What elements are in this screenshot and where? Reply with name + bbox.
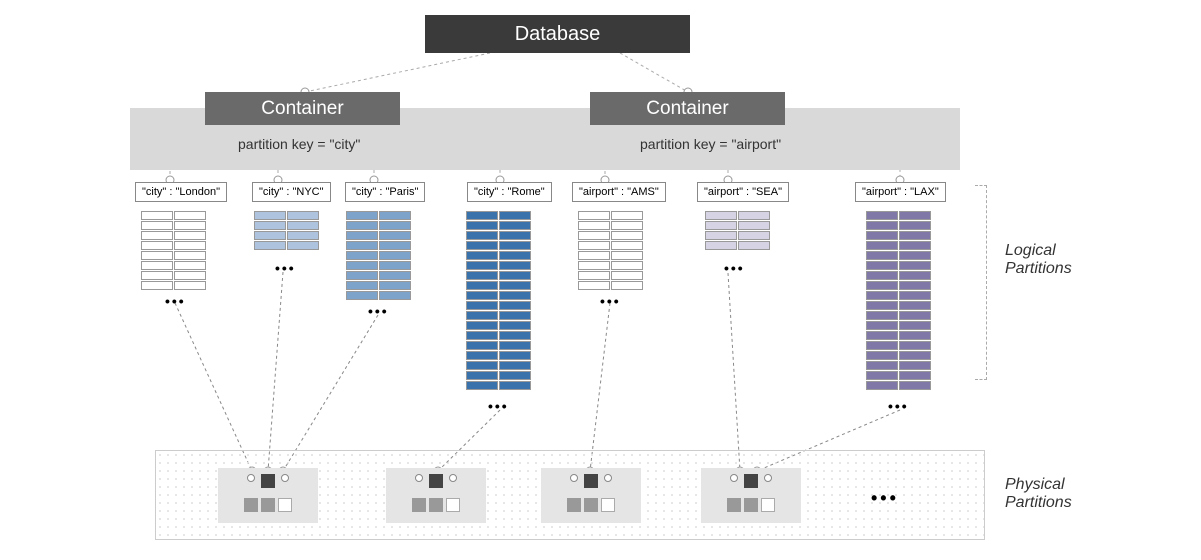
database-box: Database — [425, 15, 690, 53]
dots-paris: ••• — [368, 303, 389, 319]
data-paris — [345, 210, 411, 300]
dots-ams: ••• — [600, 293, 621, 309]
physical-partitions-container: ••• — [155, 450, 985, 540]
database-label: Database — [515, 23, 601, 46]
dots-nyc: ••• — [275, 260, 296, 276]
diagram-canvas: Database Container Container partition k… — [0, 0, 1201, 560]
container-left-box: Container — [205, 92, 400, 125]
key-airport-lax: "airport" : "LAX" — [855, 182, 946, 202]
dots-lax: ••• — [888, 398, 909, 414]
partition-key-right: partition key = "airport" — [640, 136, 781, 152]
logical-partitions-label: Logical Partitions — [1005, 242, 1072, 278]
data-ams — [577, 210, 643, 290]
logical-bracket — [975, 185, 987, 380]
dots-sea: ••• — [724, 260, 745, 276]
physical-partitions-label: Physical Partitions — [1005, 476, 1072, 512]
key-city-rome: "city" : "Rome" — [467, 182, 552, 202]
container-left-label: Container — [261, 98, 343, 120]
physical-node-3 — [541, 468, 641, 523]
physical-node-1 — [218, 468, 318, 523]
dots-london: ••• — [165, 293, 186, 309]
key-city-london: "city" : "London" — [135, 182, 227, 202]
partition-key-left: partition key = "city" — [238, 136, 360, 152]
key-airport-sea: "airport" : "SEA" — [697, 182, 789, 202]
key-city-paris: "city" : "Paris" — [345, 182, 425, 202]
physical-node-4 — [701, 468, 801, 523]
data-london — [140, 210, 206, 290]
physical-dots: ••• — [871, 488, 899, 509]
container-right-box: Container — [590, 92, 785, 125]
data-sea — [704, 210, 770, 250]
physical-node-2 — [386, 468, 486, 523]
key-airport-ams: "airport" : "AMS" — [572, 182, 666, 202]
data-nyc — [253, 210, 319, 250]
container-right-label: Container — [646, 98, 728, 120]
dots-rome: ••• — [488, 398, 509, 414]
data-lax — [865, 210, 931, 390]
key-city-nyc: "city" : "NYC" — [252, 182, 331, 202]
data-rome — [465, 210, 531, 390]
